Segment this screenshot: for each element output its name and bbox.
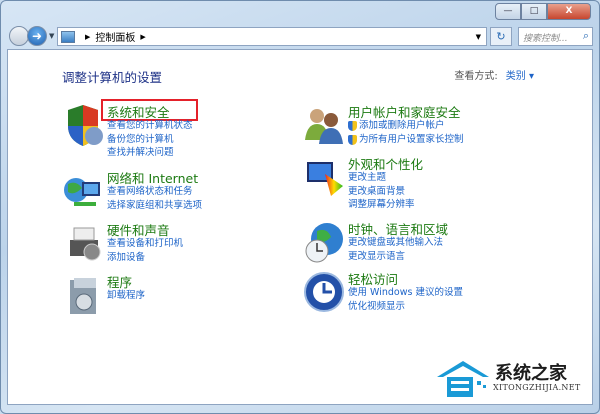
back-button[interactable]	[9, 26, 29, 46]
breadcrumb-control-panel[interactable]: 控制面板	[95, 29, 135, 44]
category-icon[interactable]	[62, 104, 104, 146]
category-link-label: 更改桌面背景	[348, 185, 406, 197]
category-link[interactable]: 查看您的计算机状态	[107, 119, 193, 133]
category-link-label: 查看设备和打印机	[107, 238, 184, 249]
page-title: 调整计算机的设置	[62, 70, 163, 85]
category-link[interactable]: 更改键盘或其他输入法	[348, 236, 443, 250]
chevron-right-icon[interactable]: ▶	[85, 33, 90, 41]
category-link[interactable]: 添加或删除用户帐户	[348, 119, 464, 133]
category-link[interactable]: 更改桌面背景	[348, 185, 415, 199]
category-icon[interactable]	[303, 271, 345, 313]
category-link[interactable]: 查看设备和打印机	[107, 237, 183, 251]
view-by-label: 查看方式:	[454, 71, 498, 82]
house-logo-icon	[437, 361, 489, 397]
category-icon[interactable]	[62, 274, 104, 316]
view-by: 查看方式: 类别 ▾	[454, 67, 534, 82]
category-link-label: 使用 Windows 建议的设置	[348, 287, 463, 298]
watermark-name: 系统之家	[495, 363, 567, 384]
close-button[interactable]: X	[547, 3, 591, 20]
maximize-button[interactable]: □	[521, 3, 547, 20]
category-link-label: 选择家庭组和共享选项	[107, 199, 203, 211]
category-link-label: 更改主题	[348, 172, 387, 183]
search-icon[interactable]: ⌕	[583, 29, 589, 43]
address-dropdown[interactable]: ▼	[476, 33, 481, 41]
category-link-label: 调整屏幕分辨率	[348, 199, 415, 211]
category-link[interactable]: 查找并解决问题	[107, 146, 193, 160]
category-icon[interactable]	[303, 104, 345, 146]
category-link[interactable]: 查看网络状态和任务	[107, 185, 202, 199]
category-link-label: 查找并解决问题	[107, 147, 174, 159]
recent-pages-dropdown[interactable]: ▼	[49, 32, 54, 40]
refresh-button[interactable]: ↻	[490, 27, 512, 46]
category-icon[interactable]	[303, 221, 345, 263]
content-pane: 调整计算机的设置 查看方式: 类别 ▾ 系统和安全 查看您的计算机状态 备份您的计算机…	[7, 49, 593, 405]
search-input[interactable]: 搜索控制... ⌕	[518, 27, 593, 46]
category-link[interactable]: 更改显示语言	[348, 250, 443, 264]
minimize-button[interactable]: —	[495, 3, 521, 20]
category-link-label: 卸载程序	[107, 290, 146, 301]
watermark-logo: 系统之家 XITONGZHIJIA.NET	[433, 355, 593, 405]
category-link-label: 查看您的计算机状态	[107, 120, 193, 131]
chevron-right-icon[interactable]: ▶	[140, 33, 145, 41]
address-bar[interactable]: ▶ 控制面板 ▶ ▼	[57, 27, 487, 46]
category-link-label: 优化视频显示	[348, 300, 406, 312]
control-panel-icon	[61, 30, 75, 43]
category-link-label: 添加设备	[107, 251, 146, 263]
uac-shield-icon	[348, 120, 357, 131]
category-link-label: 更改显示语言	[348, 250, 406, 262]
view-by-dropdown[interactable]: 类别 ▾	[506, 71, 534, 82]
category-link[interactable]: 为所有用户设置家长控制	[348, 133, 464, 147]
category-link-label: 为所有用户设置家长控制	[359, 133, 464, 145]
category-link[interactable]: 选择家庭组和共享选项	[107, 199, 202, 213]
category-icon[interactable]	[303, 156, 345, 198]
category-link-label: 备份您的计算机	[107, 133, 174, 145]
watermark-url: XITONGZHIJIA.NET	[493, 383, 581, 392]
window-frame: — □ X ➜ ▼ ▶ 控制面板 ▶ ▼ ↻ 搜索控制... ⌕ 调整计算机的设…	[0, 0, 600, 414]
category-link-label: 查看网络状态和任务	[107, 186, 193, 197]
category-link[interactable]: 调整屏幕分辨率	[348, 198, 415, 212]
category-link[interactable]: 添加设备	[107, 251, 183, 265]
category-link[interactable]: 卸载程序	[107, 289, 145, 303]
category-link[interactable]: 备份您的计算机	[107, 133, 193, 147]
category-link-label: 更改键盘或其他输入法	[348, 237, 444, 248]
category-icon[interactable]	[62, 222, 104, 264]
search-placeholder: 搜索控制...	[523, 34, 568, 44]
category-link[interactable]: 更改主题	[348, 171, 415, 185]
uac-shield-icon	[348, 134, 357, 145]
category-link-label: 添加或删除用户帐户	[359, 120, 445, 131]
category-icon[interactable]	[62, 170, 104, 212]
category-link[interactable]: 优化视频显示	[348, 300, 463, 314]
category-link[interactable]: 使用 Windows 建议的设置	[348, 286, 463, 300]
forward-button[interactable]: ➜	[27, 26, 47, 46]
